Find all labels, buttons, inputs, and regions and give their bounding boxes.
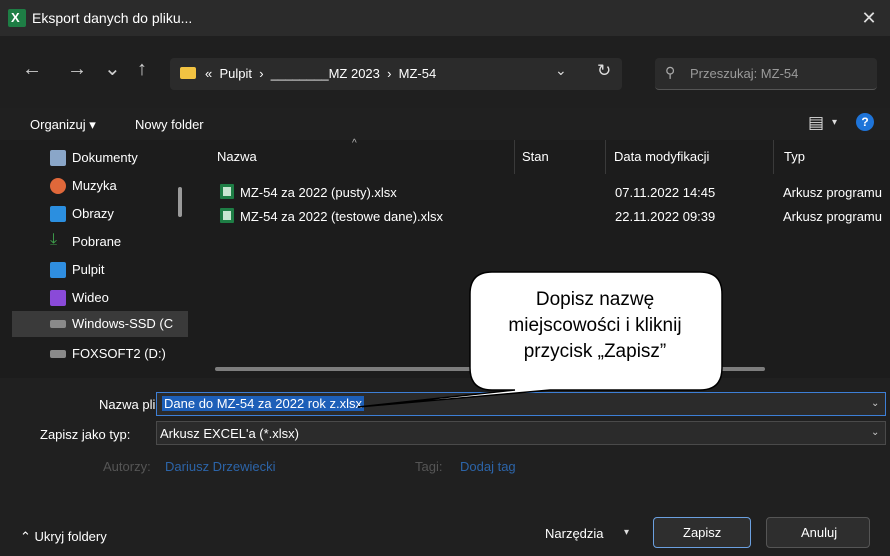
callout-line: Dopisz nazwę [535, 289, 655, 310]
callout-bubble [357, 271, 723, 408]
callout-line: przycisk „Zapisz” [523, 341, 667, 362]
callout-line: miejscowości i kliknij [508, 315, 682, 336]
callout-text: Dopisz nazwę miejscowości i kliknij przy… [473, 287, 717, 365]
